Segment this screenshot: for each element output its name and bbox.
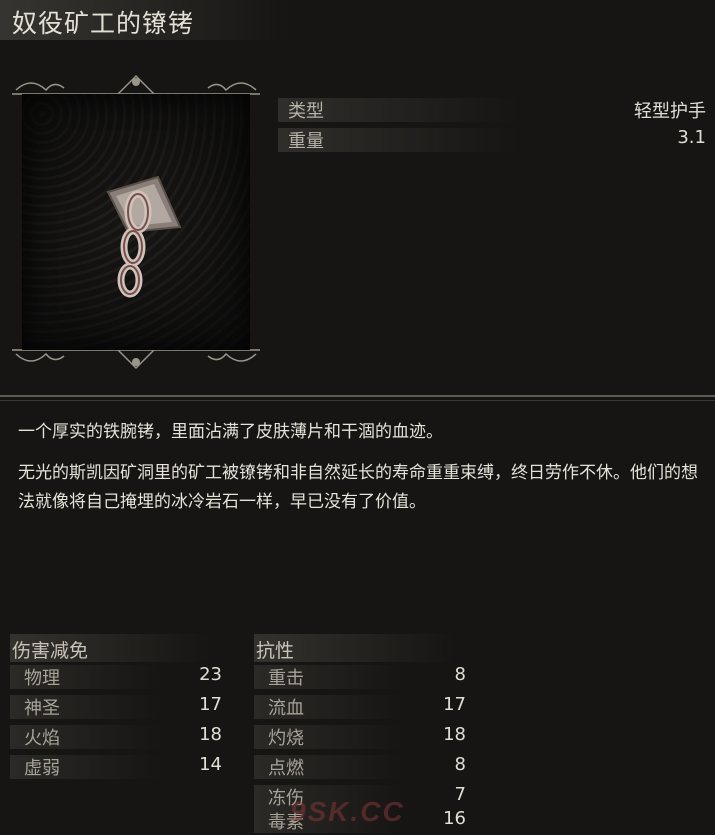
list-item: 火焰 18 [10,723,230,751]
res-value-burn: 18 [443,724,466,745]
resistance-header: 抗性 [254,634,454,662]
watermark: 9SK.CC [290,796,405,827]
list-item: 物理 23 [10,663,230,691]
section-divider [0,392,715,404]
stat-weight-value: 3.1 [677,127,706,148]
res-value-impact: 8 [454,664,466,685]
item-title: 奴役矿工的镣铐 [12,9,195,38]
res-label-burn: 灼烧 [268,728,304,749]
list-item: 点燃 8 [254,753,474,781]
dr-value-physical: 23 [199,664,222,685]
dr-value-holy: 17 [199,694,222,715]
list-item: 流血 17 [254,693,474,721]
dr-label-physical: 物理 [24,668,60,689]
dr-label-holy: 神圣 [24,698,60,719]
description-paragraph-1: 一个厚实的铁腕铐，里面沾满了皮肤薄片和干涸的血迹。 [18,422,443,442]
res-value-poison: 16 [443,808,466,829]
res-value-bleed: 17 [443,694,466,715]
res-value-frostbite: 7 [454,784,466,805]
stat-type-label: 类型 [288,101,324,122]
damage-reduction-title: 伤害减免 [12,640,89,662]
stat-weight-label: 重量 [288,131,324,152]
stat-weight-row: 重量 3.1 [278,126,710,154]
stat-type-row: 类型 轻型护手 [278,96,710,124]
description-paragraph-2: 无光的斯凯因矿洞里的矿工被镣铐和非自然延长的寿命重重束缚，终日劳作不休。他们的想… [18,463,698,512]
stat-type-value: 轻型护手 [634,101,706,122]
damage-reduction-header: 伤害减免 [10,634,210,662]
dr-label-frailty: 虚弱 [24,758,60,779]
list-item: 灼烧 18 [254,723,474,751]
res-label-ignite: 点燃 [268,758,304,779]
shackle-icon [106,175,182,298]
res-label-impact: 重击 [268,668,304,689]
res-label-bleed: 流血 [268,698,304,719]
item-description: 一个厚实的铁腕铐，里面沾满了皮肤薄片和干涸的血迹。 无光的斯凯因矿洞里的矿工被镣… [18,418,708,529]
dr-label-fire: 火焰 [24,728,60,749]
list-item: 重击 8 [254,663,474,691]
res-value-ignite: 8 [454,754,466,775]
item-image-frame [8,72,264,372]
damage-reduction-section: 伤害减免 物理 23 神圣 17 火焰 18 虚弱 14 [10,634,230,834]
list-item: 神圣 17 [10,693,230,721]
dr-value-frailty: 14 [199,754,222,775]
resistance-title: 抗性 [256,640,295,662]
dr-value-fire: 18 [199,724,222,745]
list-item: 虚弱 14 [10,753,230,781]
